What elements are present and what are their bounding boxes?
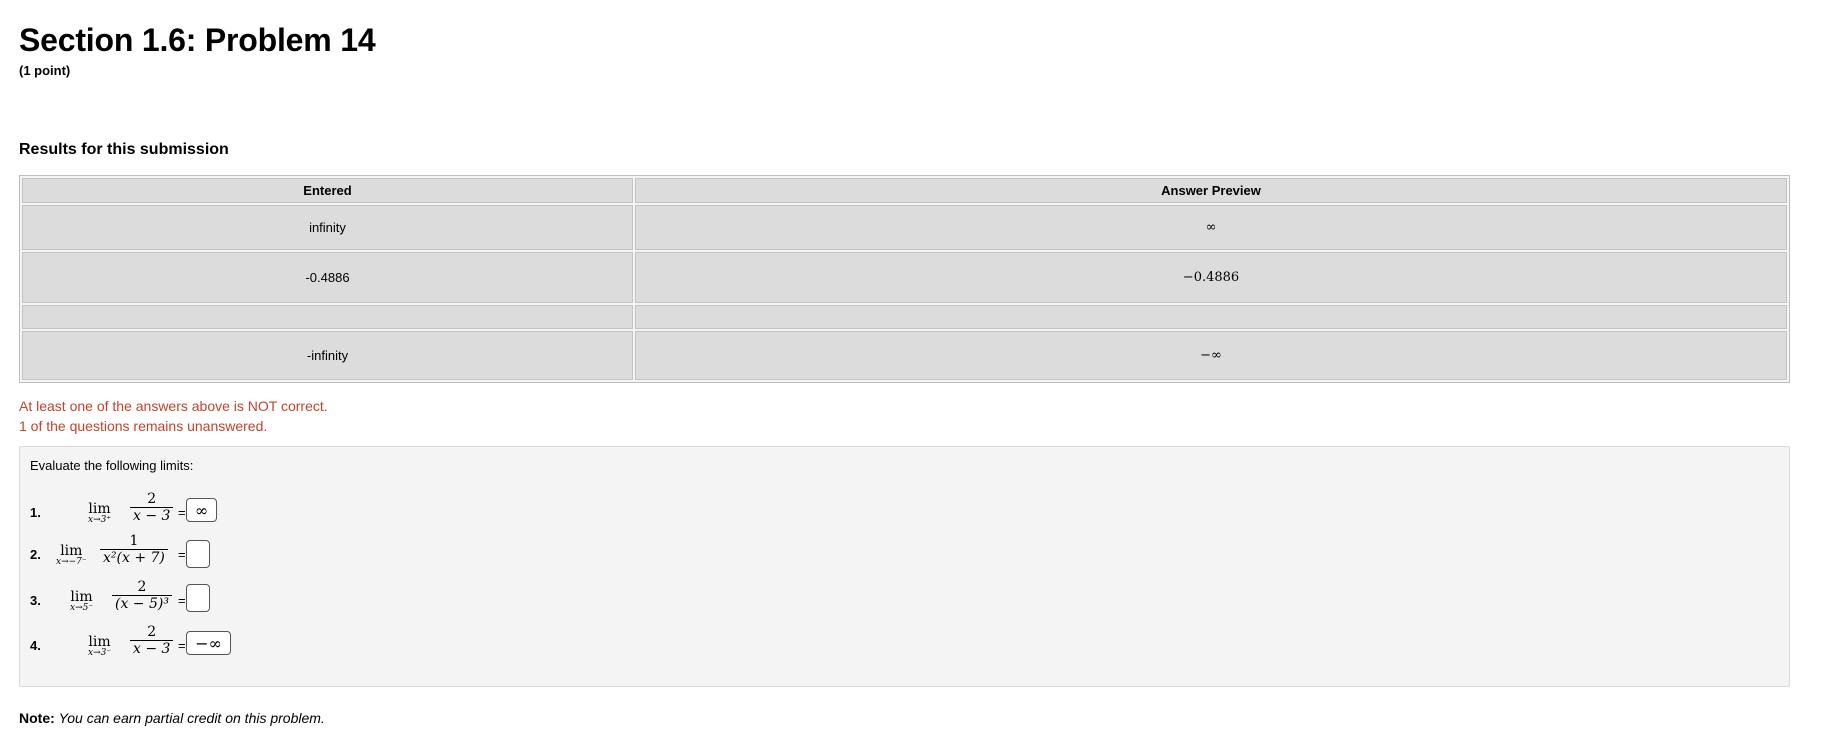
equals-sign: =: [178, 593, 186, 608]
preview-cell: −∞: [635, 331, 1787, 380]
problem-body: Evaluate the following limits: 1. lim x→…: [19, 446, 1790, 687]
limit-approach: x→3⁺: [88, 515, 112, 525]
preview-cell: [635, 305, 1787, 329]
item-number: 1.: [30, 505, 41, 520]
answer-input-4[interactable]: −∞: [186, 631, 231, 655]
column-header-answer-preview: Answer Preview: [635, 178, 1787, 203]
entered-cell: -0.4886: [22, 252, 633, 303]
entered-cell: [22, 305, 633, 329]
denominator: x − 3: [133, 508, 171, 524]
limit-operator: lim x→3⁺: [88, 501, 111, 525]
denominator: x²(x + 7): [103, 550, 165, 566]
problem-intro: Evaluate the following limits:: [30, 458, 194, 473]
limit-approach: x→3⁻: [88, 648, 112, 658]
answer-input-1[interactable]: ∞: [186, 498, 217, 522]
note-label: Note:: [19, 710, 55, 726]
answer-input-2[interactable]: [186, 540, 210, 568]
denominator: x − 3: [133, 641, 171, 657]
item-number: 2.: [30, 547, 41, 562]
numerator: 2: [147, 491, 157, 507]
numerator: 2: [137, 579, 147, 595]
limit-fraction: 2 x − 3: [130, 491, 174, 524]
preview-cell: ∞: [635, 205, 1787, 250]
table-row: [22, 305, 1787, 329]
equals-sign: =: [178, 505, 186, 520]
entered-cell: infinity: [22, 205, 633, 250]
entered-cell: -infinity: [22, 331, 633, 380]
results-table: Entered Answer Preview infinity ∞ -0.488…: [19, 175, 1790, 383]
limit-approach: x→5⁻: [70, 603, 94, 613]
item-number: 3.: [30, 593, 41, 608]
limit-operator: lim x→5⁻: [70, 589, 93, 613]
limit-fraction: 1 x²(x + 7): [100, 533, 168, 566]
preview-cell: −0.4886: [635, 252, 1787, 303]
answer-input-3[interactable]: [186, 584, 210, 612]
incorrect-message: At least one of the answers above is NOT…: [19, 398, 328, 414]
equals-sign: =: [178, 547, 186, 562]
table-row: infinity ∞: [22, 205, 1787, 250]
unanswered-message: 1 of the questions remains unanswered.: [19, 418, 268, 434]
table-row: -0.4886 −0.4886: [22, 252, 1787, 303]
limit-operator: lim x→3⁻: [88, 634, 111, 658]
limit-operator: lim x→−7⁻: [56, 543, 87, 567]
limit-fraction: 2 x − 3: [130, 624, 174, 657]
table-header-row: Entered Answer Preview: [22, 178, 1787, 203]
results-heading: Results for this submission: [19, 141, 229, 158]
page-title: Section 1.6: Problem 14: [19, 22, 376, 58]
table-row: -infinity −∞: [22, 331, 1787, 380]
item-number: 4.: [30, 638, 41, 653]
note-text: You can earn partial credit on this prob…: [58, 710, 325, 726]
equals-sign: =: [178, 638, 186, 653]
limit-fraction: 2 (x − 5)³: [112, 579, 172, 612]
column-header-entered: Entered: [22, 178, 633, 203]
denominator: (x − 5)³: [115, 596, 169, 612]
point-value: (1 point): [19, 63, 71, 78]
limit-approach: x→−7⁻: [56, 557, 87, 567]
partial-credit-note: Note: You can earn partial credit on thi…: [19, 710, 325, 726]
numerator: 2: [147, 624, 157, 640]
numerator: 1: [129, 533, 139, 549]
